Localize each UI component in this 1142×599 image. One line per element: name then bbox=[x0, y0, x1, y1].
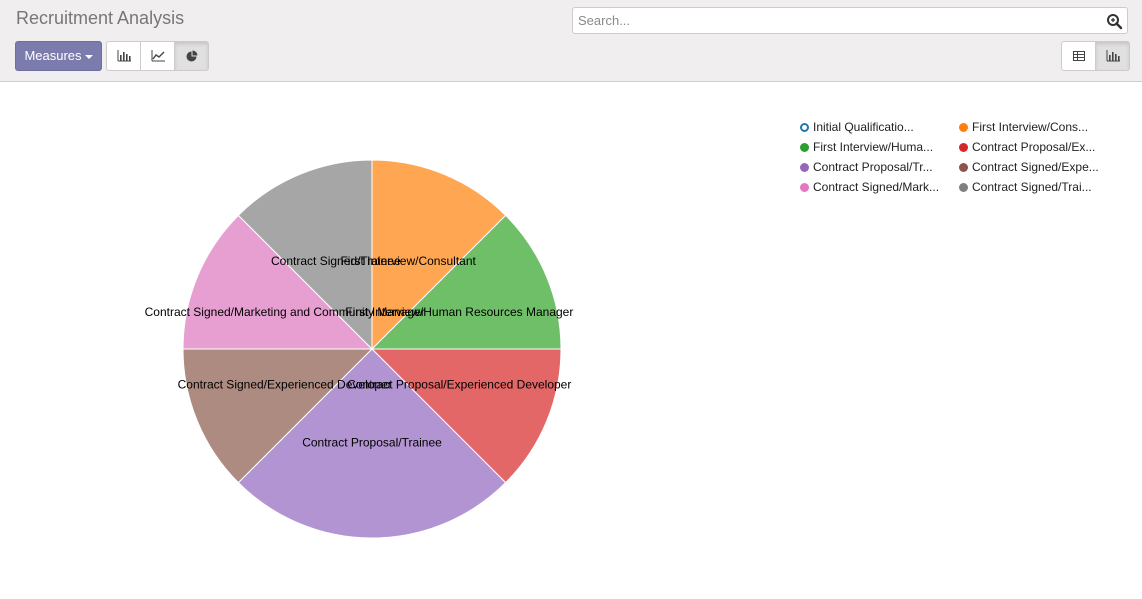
legend-label: First Interview/Cons... bbox=[972, 120, 1089, 134]
legend-swatch bbox=[800, 182, 809, 192]
measures-button[interactable]: Measures bbox=[15, 41, 102, 71]
legend-label: Contract Signed/Expe... bbox=[972, 160, 1099, 174]
legend-swatch bbox=[959, 162, 968, 172]
legend-item[interactable]: Contract Signed/Mark... bbox=[800, 179, 959, 195]
legend-label: Contract Signed/Trai... bbox=[972, 180, 1092, 194]
page-title: Recruitment Analysis bbox=[16, 8, 185, 28]
pie-chart-icon bbox=[186, 50, 197, 62]
pivot-view-icon bbox=[1072, 51, 1085, 61]
legend-item[interactable]: Contract Signed/Expe... bbox=[959, 159, 1118, 175]
legend-swatch bbox=[800, 162, 809, 172]
legend-label: Contract Proposal/Tr... bbox=[813, 160, 933, 174]
legend-swatch bbox=[959, 142, 968, 152]
graph-view-button[interactable] bbox=[1095, 41, 1130, 71]
chart-legend: Initial Qualificatio... First Interview/C… bbox=[800, 119, 1120, 195]
legend-label: Initial Qualificatio... bbox=[813, 120, 914, 134]
pivot-view-button[interactable] bbox=[1061, 41, 1096, 71]
legend-swatch bbox=[959, 182, 968, 192]
legend-item[interactable]: Contract Proposal/Tr... bbox=[800, 159, 959, 175]
slice-label: Contract Proposal/Trainee bbox=[302, 436, 442, 450]
line-chart-button[interactable] bbox=[140, 41, 175, 71]
line-chart-icon bbox=[151, 50, 165, 62]
legend-label: Contract Signed/Mark... bbox=[813, 180, 940, 194]
legend-item[interactable]: Contract Proposal/Ex... bbox=[959, 139, 1118, 155]
legend-swatch bbox=[800, 122, 809, 132]
legend-swatch bbox=[800, 142, 809, 152]
search-icon[interactable] bbox=[1106, 13, 1123, 30]
slice-label: Contract Signed/Experienced Developer bbox=[178, 377, 392, 391]
search-box bbox=[572, 7, 1128, 34]
caret-down-icon bbox=[84, 54, 93, 59]
control-panel: Recruitment Analysis Measures bbox=[0, 0, 1142, 82]
legend-swatch bbox=[959, 122, 968, 132]
pie-chart: First Interview/ConsultantFirst Intervie… bbox=[145, 159, 573, 539]
search-input[interactable] bbox=[573, 8, 1103, 33]
bar-chart-icon bbox=[117, 50, 131, 62]
legend-item[interactable]: Contract Signed/Trai... bbox=[959, 179, 1118, 195]
measures-label: Measures bbox=[24, 48, 82, 63]
legend-label: Contract Proposal/Ex... bbox=[972, 140, 1096, 154]
slice-label: Contract Signed/Trainee bbox=[271, 254, 401, 268]
legend-item[interactable]: First Interview/Huma... bbox=[800, 139, 959, 155]
chart-type-buttons bbox=[106, 41, 209, 71]
pie-chart-button[interactable] bbox=[174, 41, 209, 71]
chart-area: First Interview/Consultant First Intervie… bbox=[0, 82, 1142, 599]
graph-view-icon bbox=[1106, 50, 1120, 62]
legend-item[interactable]: Initial Qualificatio... bbox=[800, 119, 959, 135]
slice-label: Contract Signed/Marketing and Community … bbox=[145, 305, 425, 319]
bar-chart-button[interactable] bbox=[106, 41, 141, 71]
legend-item[interactable]: First Interview/Cons... bbox=[959, 119, 1118, 135]
legend-label: First Interview/Huma... bbox=[813, 140, 934, 154]
view-switcher bbox=[1061, 41, 1130, 71]
